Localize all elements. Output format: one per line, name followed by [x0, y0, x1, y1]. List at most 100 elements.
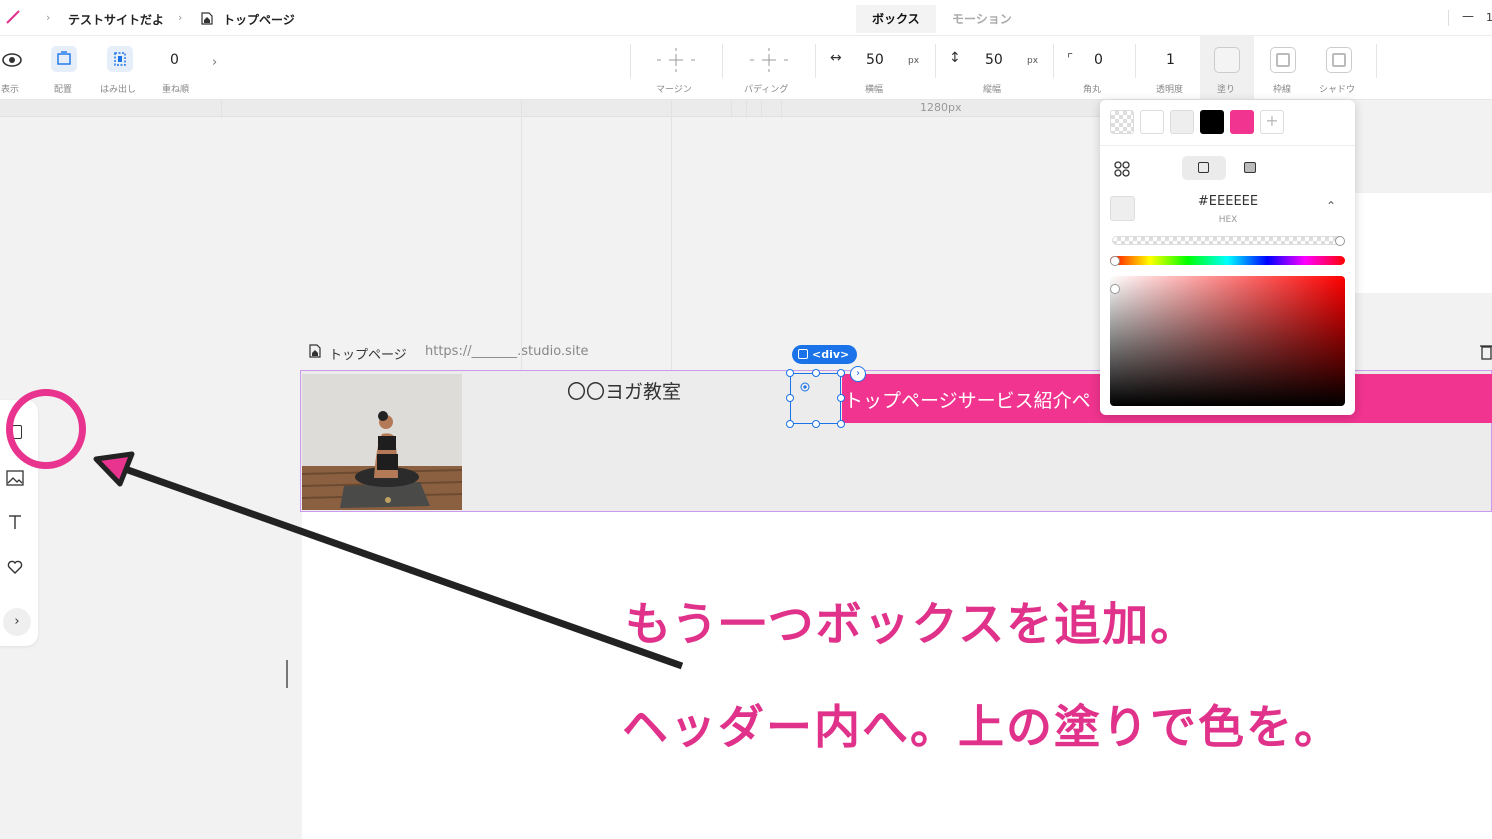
align-button[interactable] — [51, 46, 77, 72]
add-swatch-button[interactable]: + — [1260, 110, 1284, 134]
text-icon[interactable] — [6, 513, 24, 531]
anchor-point-icon[interactable] — [800, 382, 810, 392]
resize-handle[interactable] — [812, 369, 820, 377]
swatch-white[interactable] — [1140, 110, 1164, 134]
guide-line — [521, 100, 522, 370]
zoom-out-button[interactable]: — — [1462, 9, 1474, 23]
hue-slider-handle[interactable] — [1110, 256, 1120, 266]
expand-arrow-button[interactable]: › — [850, 366, 866, 382]
horizontal-arrows-icon: ↔ — [830, 50, 842, 66]
padding-label: パディング — [744, 85, 789, 95]
resize-handle[interactable] — [837, 394, 845, 402]
height-unit[interactable]: px — [1027, 56, 1038, 66]
nav-text[interactable]: トップページサービス紹介ペ — [844, 386, 1091, 413]
eye-icon[interactable] — [1, 52, 23, 68]
guide-line — [671, 100, 672, 370]
element-tag-badge[interactable]: <div> — [792, 345, 858, 364]
more-elements-button[interactable]: › — [3, 608, 31, 636]
site-title[interactable]: 〇〇ヨガ教室 — [567, 377, 681, 404]
format-toggle-icon[interactable]: ⌃ — [1326, 199, 1336, 213]
selected-div-box[interactable] — [790, 373, 841, 424]
border-button[interactable] — [1270, 47, 1296, 73]
panel-resize-handle[interactable] — [286, 660, 288, 688]
resize-handle[interactable] — [837, 369, 845, 377]
height-input[interactable]: 50 — [985, 52, 1003, 68]
image-icon[interactable] — [6, 469, 24, 487]
swatch-light-gray[interactable] — [1170, 110, 1194, 134]
hex-input[interactable]: #EEEEEE — [1186, 194, 1270, 209]
trash-icon[interactable] — [1480, 342, 1492, 360]
guide-line — [746, 100, 747, 118]
canvas-area — [1355, 193, 1492, 293]
divider — [722, 44, 723, 78]
page-icon — [201, 12, 213, 25]
resize-handle[interactable] — [837, 420, 845, 428]
saturation-value-handle[interactable] — [1110, 284, 1120, 294]
page-body[interactable] — [302, 512, 1492, 839]
divider — [1100, 145, 1355, 146]
overflow-icon — [114, 52, 126, 66]
shadow-button[interactable] — [1326, 47, 1352, 73]
alpha-slider[interactable] — [1112, 236, 1344, 245]
guide-line — [221, 100, 222, 118]
resize-handle[interactable] — [812, 420, 820, 428]
ruler-width-label: 1280px — [920, 101, 962, 114]
zindex-value[interactable]: 0 — [170, 52, 179, 68]
resize-handle[interactable] — [786, 394, 794, 402]
opacity-label: 透明度 — [1156, 85, 1184, 95]
fill-label: 塗り — [1217, 85, 1236, 95]
resize-handle[interactable] — [786, 420, 794, 428]
yoga-photo[interactable] — [302, 374, 462, 510]
box-icon — [798, 349, 808, 359]
breadcrumb-page[interactable]: トップページ — [223, 11, 295, 28]
divider — [1376, 44, 1377, 78]
guide-line — [761, 100, 762, 118]
margin-label: マージン — [656, 85, 692, 95]
annotation-text-2: ヘッダー内へ。上の塗りで色を。 — [622, 700, 1342, 754]
width-unit[interactable]: px — [908, 56, 919, 66]
swatch-transparent[interactable] — [1110, 110, 1134, 134]
heart-icon[interactable] — [6, 558, 24, 576]
tab-box[interactable]: ボックス — [856, 5, 936, 33]
swatch-black[interactable] — [1200, 110, 1224, 134]
align-label: 配置 — [54, 85, 73, 95]
zoom-level: 1 — [1486, 11, 1492, 24]
margin-control-icon[interactable] — [655, 46, 697, 74]
divider — [630, 44, 631, 78]
radius-label: 角丸 — [1083, 85, 1102, 95]
element-tag-label: <div> — [812, 348, 850, 361]
solid-mode-button[interactable] — [1182, 156, 1226, 180]
shadow-label: シャドウ — [1319, 85, 1356, 95]
opacity-input[interactable]: 1 — [1166, 52, 1175, 68]
height-label: 縦幅 — [983, 85, 1002, 95]
chevron-right-icon: › — [178, 11, 183, 24]
vertical-arrows-icon: ↕ — [949, 50, 961, 66]
zindex-label: 重ね順 — [162, 85, 190, 95]
tab-motion[interactable]: モーション — [936, 5, 1028, 33]
canvas-page-url[interactable]: https://_______.studio.site — [425, 344, 589, 359]
divider — [935, 44, 936, 78]
current-color-swatch[interactable] — [1110, 196, 1135, 221]
resize-handle[interactable] — [786, 369, 794, 377]
fill-button[interactable] — [1214, 47, 1240, 73]
breadcrumb-project[interactable]: テストサイトだよ — [68, 11, 164, 28]
border-label: 枠線 — [1273, 85, 1292, 95]
hue-slider[interactable] — [1110, 256, 1345, 265]
padding-control-icon[interactable] — [748, 46, 790, 74]
divider — [1448, 10, 1449, 26]
saturation-value-area[interactable] — [1110, 276, 1345, 406]
grid-swatches-icon[interactable] — [1114, 161, 1130, 177]
swatch-pink[interactable] — [1230, 110, 1254, 134]
app-logo-icon[interactable] — [6, 10, 20, 24]
page-icon — [309, 344, 321, 358]
alpha-slider-handle[interactable] — [1335, 236, 1345, 246]
canvas-page-name[interactable]: トップページ — [329, 344, 407, 363]
width-input[interactable]: 50 — [866, 52, 884, 68]
divider — [815, 44, 816, 78]
guide-line — [781, 100, 782, 118]
radius-input[interactable]: 0 — [1094, 52, 1103, 68]
gradient-fill-icon[interactable] — [1244, 162, 1256, 173]
hex-label: HEX — [1218, 215, 1238, 225]
overflow-button[interactable] — [107, 46, 133, 72]
chevron-right-icon[interactable]: › — [212, 55, 217, 70]
